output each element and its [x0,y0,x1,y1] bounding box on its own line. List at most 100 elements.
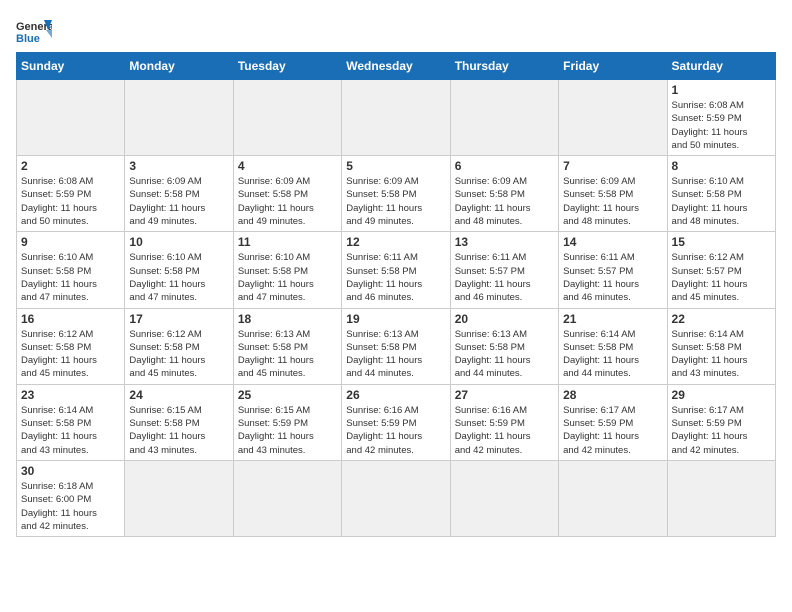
calendar-day-cell [450,460,558,536]
calendar-day-cell [559,460,667,536]
day-info: Sunrise: 6:12 AM Sunset: 5:58 PM Dayligh… [21,328,120,381]
weekday-header: Saturday [667,53,775,80]
calendar-day-cell [125,460,233,536]
day-number: 4 [238,159,337,173]
logo: General Blue [16,16,52,44]
calendar-day-cell [559,80,667,156]
calendar-day-cell: 9 Sunrise: 6:10 AM Sunset: 5:58 PM Daylig… [17,232,125,308]
day-info: Sunrise: 6:14 AM Sunset: 5:58 PM Dayligh… [563,328,662,381]
day-info: Sunrise: 6:08 AM Sunset: 5:59 PM Dayligh… [672,99,771,152]
calendar-day-cell [667,460,775,536]
day-number: 10 [129,235,228,249]
calendar-day-cell: 3Sunrise: 6:09 AM Sunset: 5:58 PM Daylig… [125,156,233,232]
day-number: 24 [129,388,228,402]
day-info: Sunrise: 6:15 AM Sunset: 5:58 PM Dayligh… [129,404,228,457]
day-info: Sunrise: 6:09 AM Sunset: 5:58 PM Dayligh… [346,175,445,228]
day-info: Sunrise: 6:08 AM Sunset: 5:59 PM Dayligh… [21,175,120,228]
weekday-header: Monday [125,53,233,80]
day-number: 16 [21,312,120,326]
day-info: Sunrise: 6:10 AM Sunset: 5:58 PM Dayligh… [238,251,337,304]
calendar-day-cell [450,80,558,156]
day-number: 25 [238,388,337,402]
weekday-header: Friday [559,53,667,80]
calendar-day-cell: 18Sunrise: 6:13 AM Sunset: 5:58 PM Dayli… [233,308,341,384]
day-number: 23 [21,388,120,402]
day-info: Sunrise: 6:10 AM Sunset: 5:58 PM Dayligh… [672,175,771,228]
calendar-day-cell: 22 Sunrise: 6:14 AM Sunset: 5:58 PM Dayli… [667,308,775,384]
calendar-week-row: 23 Sunrise: 6:14 AM Sunset: 5:58 PM Dayli… [17,384,776,460]
day-number: 30 [21,464,120,478]
calendar-week-row: 1 Sunrise: 6:08 AM Sunset: 5:59 PM Daylig… [17,80,776,156]
day-info: Sunrise: 6:14 AM Sunset: 5:58 PM Dayligh… [21,404,120,457]
day-info: Sunrise: 6:10 AM Sunset: 5:58 PM Dayligh… [129,251,228,304]
calendar-day-cell [342,80,450,156]
day-number: 20 [455,312,554,326]
day-number: 13 [455,235,554,249]
calendar-day-cell: 11Sunrise: 6:10 AM Sunset: 5:58 PM Dayli… [233,232,341,308]
calendar-day-cell: 30Sunrise: 6:18 AM Sunset: 6:00 PM Dayli… [17,460,125,536]
calendar-day-cell: 10 Sunrise: 6:10 AM Sunset: 5:58 PM Dayli… [125,232,233,308]
weekday-header: Tuesday [233,53,341,80]
day-info: Sunrise: 6:09 AM Sunset: 5:58 PM Dayligh… [455,175,554,228]
day-number: 9 [21,235,120,249]
calendar-week-row: 16 Sunrise: 6:12 AM Sunset: 5:58 PM Dayli… [17,308,776,384]
calendar-day-cell: 21 Sunrise: 6:14 AM Sunset: 5:58 PM Dayli… [559,308,667,384]
day-number: 18 [238,312,337,326]
weekday-header: Thursday [450,53,558,80]
calendar-day-cell: 28Sunrise: 6:17 AM Sunset: 5:59 PM Dayli… [559,384,667,460]
calendar-day-cell: 1 Sunrise: 6:08 AM Sunset: 5:59 PM Daylig… [667,80,775,156]
calendar-day-cell: 24 Sunrise: 6:15 AM Sunset: 5:58 PM Dayli… [125,384,233,460]
svg-text:Blue: Blue [16,33,40,44]
calendar-table: SundayMondayTuesdayWednesdayThursdayFrid… [16,52,776,537]
day-info: Sunrise: 6:17 AM Sunset: 5:59 PM Dayligh… [563,404,662,457]
day-number: 1 [672,83,771,97]
day-number: 22 [672,312,771,326]
day-number: 15 [672,235,771,249]
calendar-day-cell: 19Sunrise: 6:13 AM Sunset: 5:58 PM Dayli… [342,308,450,384]
calendar-day-cell: 29Sunrise: 6:17 AM Sunset: 5:59 PM Dayli… [667,384,775,460]
day-info: Sunrise: 6:10 AM Sunset: 5:58 PM Dayligh… [21,251,120,304]
calendar-day-cell: 16 Sunrise: 6:12 AM Sunset: 5:58 PM Dayli… [17,308,125,384]
calendar-week-row: 2 Sunrise: 6:08 AM Sunset: 5:59 PM Daylig… [17,156,776,232]
calendar-day-cell: 12 Sunrise: 6:11 AM Sunset: 5:58 PM Dayli… [342,232,450,308]
day-number: 21 [563,312,662,326]
calendar-day-cell [125,80,233,156]
day-number: 12 [346,235,445,249]
weekday-header: Sunday [17,53,125,80]
calendar-day-cell: 15Sunrise: 6:12 AM Sunset: 5:57 PM Dayli… [667,232,775,308]
calendar-day-cell: 25 Sunrise: 6:15 AM Sunset: 5:59 PM Dayli… [233,384,341,460]
day-info: Sunrise: 6:12 AM Sunset: 5:58 PM Dayligh… [129,328,228,381]
day-number: 6 [455,159,554,173]
calendar-day-cell [17,80,125,156]
day-info: Sunrise: 6:16 AM Sunset: 5:59 PM Dayligh… [346,404,445,457]
calendar-day-cell: 27 Sunrise: 6:16 AM Sunset: 5:59 PM Dayli… [450,384,558,460]
logo-icon: General Blue [16,16,52,44]
calendar-day-cell: 8Sunrise: 6:10 AM Sunset: 5:58 PM Daylig… [667,156,775,232]
calendar-day-cell: 6 Sunrise: 6:09 AM Sunset: 5:58 PM Daylig… [450,156,558,232]
weekday-header: Wednesday [342,53,450,80]
calendar-week-row: 30Sunrise: 6:18 AM Sunset: 6:00 PM Dayli… [17,460,776,536]
day-number: 5 [346,159,445,173]
calendar-day-cell [233,80,341,156]
day-info: Sunrise: 6:13 AM Sunset: 5:58 PM Dayligh… [455,328,554,381]
page-header: General Blue [16,16,776,44]
calendar-day-cell: 7Sunrise: 6:09 AM Sunset: 5:58 PM Daylig… [559,156,667,232]
day-info: Sunrise: 6:15 AM Sunset: 5:59 PM Dayligh… [238,404,337,457]
calendar-week-row: 9 Sunrise: 6:10 AM Sunset: 5:58 PM Daylig… [17,232,776,308]
calendar-day-cell: 2 Sunrise: 6:08 AM Sunset: 5:59 PM Daylig… [17,156,125,232]
day-info: Sunrise: 6:16 AM Sunset: 5:59 PM Dayligh… [455,404,554,457]
day-number: 14 [563,235,662,249]
day-info: Sunrise: 6:11 AM Sunset: 5:57 PM Dayligh… [563,251,662,304]
calendar-day-cell: 26 Sunrise: 6:16 AM Sunset: 5:59 PM Dayli… [342,384,450,460]
day-info: Sunrise: 6:11 AM Sunset: 5:58 PM Dayligh… [346,251,445,304]
calendar-day-cell: 23 Sunrise: 6:14 AM Sunset: 5:58 PM Dayli… [17,384,125,460]
calendar-day-cell [342,460,450,536]
day-number: 26 [346,388,445,402]
day-number: 2 [21,159,120,173]
day-number: 7 [563,159,662,173]
day-number: 27 [455,388,554,402]
calendar-day-cell: 17Sunrise: 6:12 AM Sunset: 5:58 PM Dayli… [125,308,233,384]
day-info: Sunrise: 6:09 AM Sunset: 5:58 PM Dayligh… [238,175,337,228]
day-info: Sunrise: 6:11 AM Sunset: 5:57 PM Dayligh… [455,251,554,304]
day-info: Sunrise: 6:14 AM Sunset: 5:58 PM Dayligh… [672,328,771,381]
